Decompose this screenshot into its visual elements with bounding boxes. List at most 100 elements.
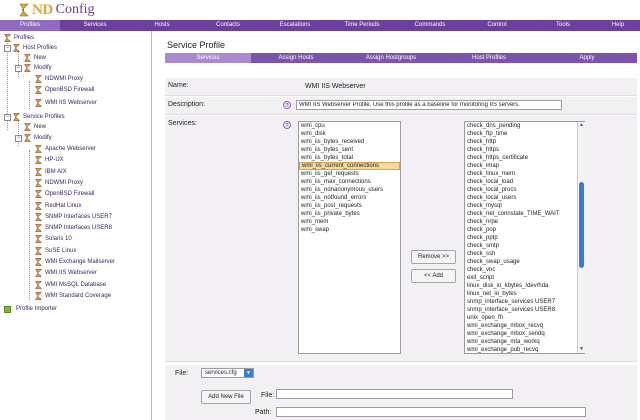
collapse-icon[interactable]: − [4,44,11,52]
list-option[interactable]: linux_net_io_bytes [465,290,584,298]
file-name-input[interactable] [276,389,513,399]
list-option[interactable]: unix_open_fh [465,314,584,322]
tree-label-host-profiles[interactable]: Host Profiles [23,45,57,51]
tree-node-service-modify[interactable]: − Modify [15,133,52,143]
list-option[interactable]: check_local_procs [465,186,584,194]
nav-hosts[interactable]: Hosts [130,20,194,31]
list-option[interactable]: check_pptp [465,234,584,242]
tree-node-host-new[interactable]: New [24,53,46,63]
help-icon[interactable]: ? [283,101,291,109]
nav-escalations[interactable]: Escalations [262,20,328,31]
tree-item-service-profile[interactable]: Solaris 10 [35,234,72,244]
nav-tools[interactable]: Tools [530,20,596,31]
list-option[interactable]: check_linux_mem [465,170,584,178]
available-services-list[interactable]: check_dns_pending check_ftp_time check_htt… [464,121,585,354]
nav-contacts[interactable]: Contacts [194,20,262,31]
tree-item-service-profile[interactable]: SNMP Interfaces USER8 [35,223,112,233]
tree-item-host-profile[interactable]: OpenBSD Firewall [35,85,94,95]
help-icon[interactable]: ? [283,121,291,129]
add-new-file-button[interactable]: Add New File [201,390,251,404]
list-option[interactable]: check_local_users [465,194,584,202]
list-option[interactable]: wmi_disk [299,130,400,138]
list-option[interactable]: wmi_exchange_mbox_sendq [465,330,584,338]
list-option[interactable]: check_swap_usage [465,258,584,266]
tree-node-host-modify[interactable]: − Modify [15,63,52,73]
nav-help[interactable]: Help [596,20,640,31]
scroll-thumb[interactable] [579,182,584,268]
nav-commands[interactable]: Commands [396,20,464,31]
list-option[interactable]: wmi_exchange_pub_recvq [465,346,584,353]
tree-item-service-profile[interactable]: WMI IIS Webserver [35,268,97,278]
list-option[interactable]: check_ftp_time [465,130,584,138]
tree-item-service-profile[interactable]: WMI Standard Coverage [35,291,111,301]
list-option[interactable]: wmi_exchange_mta_workq [465,338,584,346]
tree-item-service-profile[interactable]: RedHat Linux [35,201,81,211]
list-option[interactable]: check_local_load [465,178,584,186]
nav-time-periods[interactable]: Time Periods [328,20,396,31]
list-option[interactable]: check_nrpe [465,218,584,226]
collapse-icon[interactable]: − [15,134,22,142]
tab-assign-hosts[interactable]: Assign Hosts [251,53,341,63]
list-option[interactable]: check_net_connstate_TIME_WAIT [465,210,584,218]
list-option[interactable]: wmi_iis_bytes_sent [299,146,400,154]
tree-node-host-profiles[interactable]: − Host Profiles [4,43,57,53]
list-option[interactable]: wmi_iis_current_connections [299,162,400,170]
list-option[interactable]: wmi_iis_notfound_errors [299,194,400,202]
list-option[interactable]: wmi_iis_max_connections [299,178,400,186]
list-option[interactable]: wmi_swap [299,226,400,234]
tree-item-service-profile[interactable]: HP-UX [35,155,64,165]
nav-control[interactable]: Control [464,20,530,31]
list-option[interactable]: check_ssh [465,250,584,258]
list-option[interactable]: check_smtp [465,242,584,250]
nav-profiles[interactable]: Profiles [0,20,60,31]
tree-label-new[interactable]: New [34,55,46,61]
tree-label-profiles[interactable]: Profiles [14,35,34,41]
tree-item-service-profile[interactable]: NDWMI Proxy [35,178,83,188]
add-service-button[interactable]: << Add [411,269,456,283]
list-option[interactable]: snmp_interface_services USER7 [465,298,584,306]
tree-label-modify[interactable]: Modify [34,135,52,141]
tree-label-modify[interactable]: Modify [34,65,52,71]
list-option[interactable]: check_https_certificate [465,154,584,162]
file-select[interactable]: services.cfg ▼ [201,368,254,378]
scroll-up-icon[interactable]: ▲ [578,122,585,129]
list-option[interactable]: wmi_iis_nonanonymous_users [299,186,400,194]
list-option[interactable]: wmi_iis_post_requests [299,202,400,210]
tree-node-profile-importer[interactable]: Profile Importer [4,304,57,314]
tree-item-service-profile[interactable]: IBM AIX [35,167,67,177]
list-option[interactable]: wmi_iis_get_requests [299,170,400,178]
list-option[interactable]: snmp_interface_services USER8 [465,306,584,314]
tree-item-service-profile[interactable]: SuSE Linux [35,246,76,256]
list-option[interactable]: wmi_iis_bytes_total [299,154,400,162]
list-option[interactable]: check_mysql [465,202,584,210]
list-option[interactable]: check_https [465,146,584,154]
path-input[interactable] [276,407,586,417]
list-option[interactable]: check_vnc [465,266,584,274]
list-option[interactable]: wmi_exchange_mbox_recvq [465,322,584,330]
tab-assign-hostgroups[interactable]: Assign Hostgroups [341,53,441,63]
nav-services[interactable]: Services [60,20,130,31]
tree-item-service-profile[interactable]: OpenBSD Firewall [35,189,94,199]
tree-item-service-profile[interactable]: Apache Webserver [35,144,96,154]
list-option[interactable]: check_http [465,138,584,146]
list-option[interactable]: check_imap [465,162,584,170]
assigned-services-list[interactable]: wmi_cpu wmi_disk wmi_iis_bytes_received wmi… [298,121,401,354]
tree-node-service-new[interactable]: New [24,122,46,132]
list-option[interactable]: linux_disk_io_kbytes_/dev/hda [465,282,584,290]
tree-node-profiles[interactable]: Profiles [4,33,34,43]
tree-item-host-profile[interactable]: WMI IIS Webserver [35,98,97,108]
scroll-down-icon[interactable]: ▼ [578,346,585,353]
collapse-icon[interactable]: − [4,113,11,121]
tree-label-profile-importer[interactable]: Profile Importer [16,306,57,312]
tree-item-service-profile[interactable]: SNMP Interfaces USER7 [35,212,112,222]
tree-item-service-profile[interactable]: WMI Exchange Mailserver [35,257,115,267]
collapse-icon[interactable]: − [15,64,22,72]
list-option[interactable]: wmi_iis_bytes_received [299,138,400,146]
list-option[interactable]: check_dns_pending [465,122,584,130]
remove-service-button[interactable]: Remove >> [411,250,456,264]
list-option[interactable]: wmi_iis_private_bytes [299,210,400,218]
tree-item-host-profile[interactable]: NDWMI Proxy [35,74,83,84]
list-option[interactable]: wmi_mem [299,218,400,226]
list-option[interactable]: wmi_cpu [299,122,400,130]
tab-host-profiles[interactable]: Host Profiles [441,53,537,63]
